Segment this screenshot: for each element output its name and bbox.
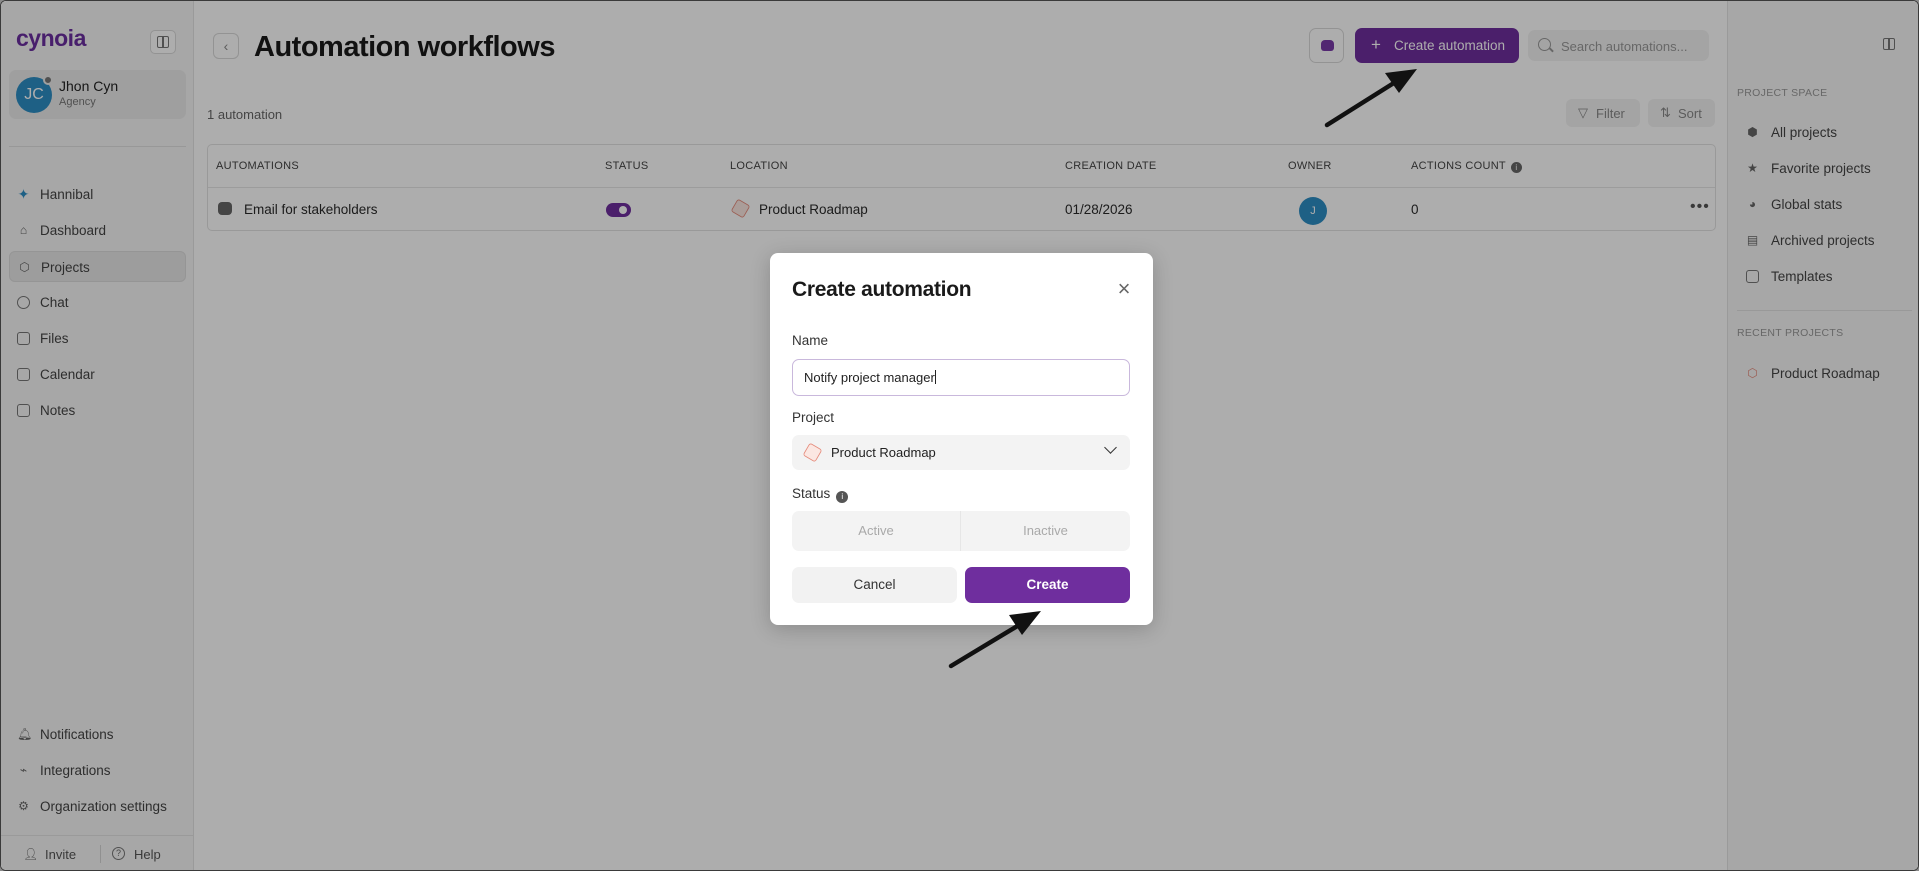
create-automation-dialog: Create automation × Name Notify project … (770, 253, 1153, 625)
project-value: Product Roadmap (831, 445, 936, 460)
create-button[interactable]: Create (965, 567, 1130, 603)
app-window: cynoia JC Jhon Cyn Agency ✦ Hannibal ⌂ D… (0, 0, 1919, 871)
name-label: Name (792, 333, 829, 348)
project-select[interactable]: Product Roadmap (792, 435, 1130, 470)
text-cursor (934, 370, 936, 384)
status-label: Status (792, 486, 831, 501)
info-icon[interactable]: i (836, 491, 849, 503)
name-value: Notify project manager (804, 370, 935, 385)
project-cube-icon (802, 442, 823, 463)
dialog-title: Create automation (792, 278, 972, 301)
status-segmented-control: Active Inactive (792, 511, 1130, 551)
status-option-inactive[interactable]: Inactive (961, 511, 1130, 551)
name-field[interactable]: Notify project manager (792, 359, 1130, 396)
status-option-active[interactable]: Active (792, 511, 961, 551)
chevron-down-icon (1104, 441, 1117, 454)
project-label: Project (792, 410, 835, 425)
close-icon[interactable]: × (1113, 278, 1135, 300)
status-label-row: Status i (792, 486, 849, 503)
cancel-button[interactable]: Cancel (792, 567, 957, 603)
